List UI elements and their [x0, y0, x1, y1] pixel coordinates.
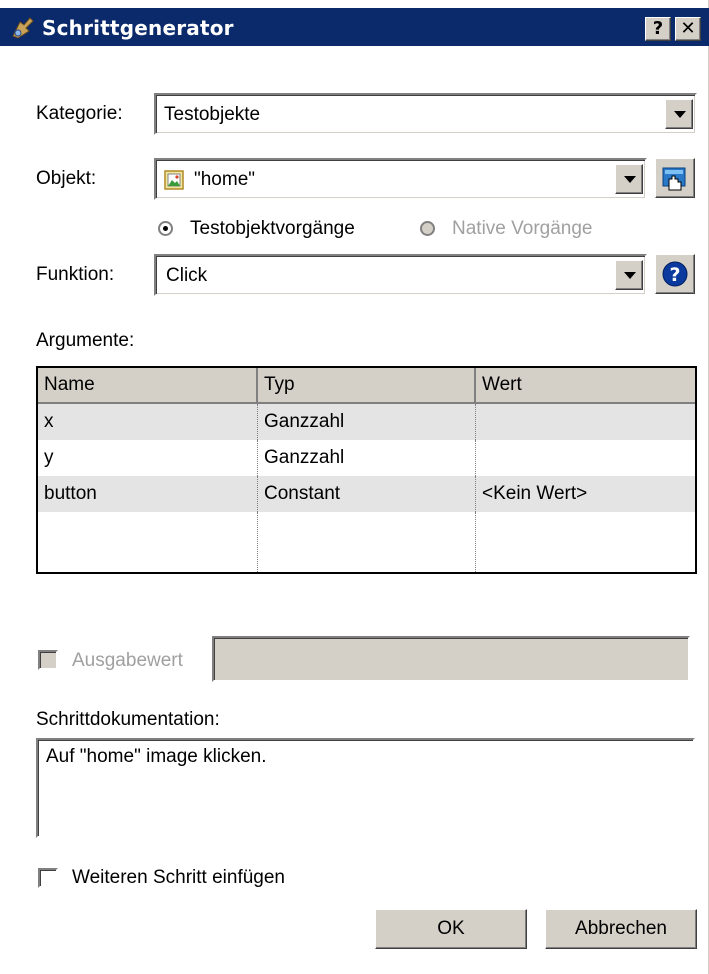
empty-cell: [258, 512, 476, 572]
image-object-icon: [164, 170, 184, 190]
kategorie-value: Testobjekte: [164, 104, 261, 125]
funktion-label: Funktion:: [36, 264, 115, 285]
empty-cell: [38, 512, 258, 572]
step-generator-dialog: Schrittgenerator ? ✕ Kategorie: Testobje…: [0, 0, 709, 974]
objekt-value: "home": [194, 169, 256, 190]
arg-wert-cell[interactable]: [476, 440, 695, 476]
arg-wert-cell[interactable]: [476, 404, 695, 440]
column-header-wert[interactable]: Wert: [476, 368, 695, 402]
column-header-name[interactable]: Name: [38, 368, 258, 402]
radio-testobjektvorgaenge[interactable]: [158, 221, 173, 236]
ausgabewert-field[interactable]: [212, 636, 690, 682]
arg-name-cell: x: [38, 404, 258, 440]
ausgabewert-label: Ausgabewert: [72, 650, 183, 671]
weiteren-schritt-checkbox[interactable]: [38, 868, 58, 888]
table-row[interactable]: y Ganzzahl: [38, 440, 695, 476]
ausgabewert-checkbox[interactable]: [38, 650, 58, 670]
objekt-select[interactable]: "home": [154, 158, 647, 200]
funktion-select[interactable]: Click: [154, 254, 647, 296]
arg-wert-cell[interactable]: <Kein Wert>: [476, 476, 695, 512]
arg-typ-cell: Constant: [258, 476, 476, 512]
arg-typ-cell: Ganzzahl: [258, 440, 476, 476]
cancel-button[interactable]: Abbrechen: [545, 909, 697, 949]
radio-native-vorgaenge[interactable]: [420, 221, 435, 236]
help-title-button[interactable]: ?: [645, 17, 671, 41]
pointing-hand-icon: [662, 167, 686, 191]
kategorie-select[interactable]: Testobjekte: [154, 93, 697, 135]
grid-header: Name Typ Wert: [38, 368, 695, 404]
kategorie-dropdown-button[interactable]: [665, 99, 693, 129]
window-title: Schrittgenerator: [42, 16, 234, 40]
svg-text:?: ?: [669, 264, 680, 286]
argumente-label: Argumente:: [36, 330, 135, 351]
radio-testobjektvorgaenge-label: Testobjektvorgänge: [190, 218, 355, 239]
arg-name-cell: y: [38, 440, 258, 476]
radio-native-vorgaenge-label: Native Vorgänge: [452, 218, 593, 239]
table-row[interactable]: x Ganzzahl: [38, 404, 695, 440]
arguments-grid[interactable]: Name Typ Wert x Ganzzahl y Ganzzahl butt…: [36, 366, 697, 574]
doku-textarea[interactable]: Auf "home" image klicken.: [36, 738, 695, 838]
ok-button[interactable]: OK: [375, 909, 527, 949]
column-header-typ[interactable]: Typ: [258, 368, 476, 402]
arg-typ-cell: Ganzzahl: [258, 404, 476, 440]
funktion-value: Click: [166, 265, 208, 286]
table-row[interactable]: button Constant <Kein Wert>: [38, 476, 695, 512]
kategorie-label: Kategorie:: [36, 103, 123, 124]
close-button[interactable]: ✕: [675, 17, 701, 41]
weiteren-schritt-label: Weiteren Schritt einfügen: [72, 867, 285, 888]
objekt-label: Objekt:: [36, 168, 97, 189]
funktion-dropdown-button[interactable]: [615, 260, 643, 290]
app-icon: [12, 17, 34, 39]
empty-row: [38, 512, 695, 572]
object-picker-button[interactable]: [655, 158, 695, 198]
doku-label: Schrittdokumentation:: [36, 709, 220, 730]
arg-name-cell: button: [38, 476, 258, 512]
help-icon: ?: [662, 261, 688, 287]
objekt-dropdown-button[interactable]: [615, 164, 643, 194]
title-bar[interactable]: Schrittgenerator ? ✕: [0, 8, 709, 46]
function-help-button[interactable]: ?: [655, 254, 695, 294]
